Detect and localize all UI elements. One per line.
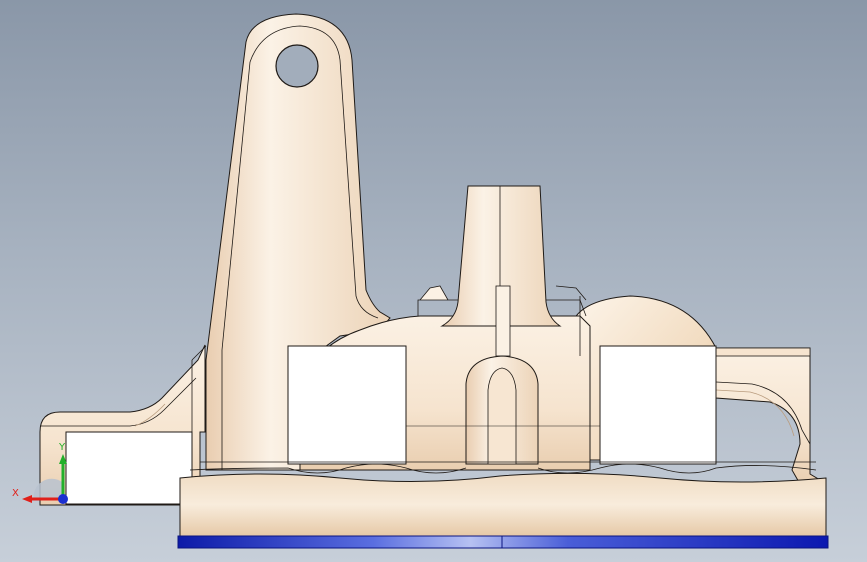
base-plate[interactable] [177,472,829,549]
base-plate-bottom-edge [177,535,829,549]
coordinate-triad-icon[interactable]: Y X [10,436,76,512]
x-axis-label: X [12,488,19,499]
center-arch-rib[interactable] [465,355,539,465]
y-axis-label: Y [58,442,66,453]
cad-viewport[interactable]: Y X [0,0,867,562]
y-axis-arrowhead [59,454,67,464]
x-axis-arrowhead [22,495,32,503]
cad-part-model[interactable] [0,0,867,562]
z-axis-dot [58,494,68,504]
lug-hole [275,44,319,88]
right-boss[interactable] [599,345,717,465]
left-boss[interactable] [287,345,407,465]
triad-plane-icon [33,478,62,500]
spout-slot [495,285,511,357]
